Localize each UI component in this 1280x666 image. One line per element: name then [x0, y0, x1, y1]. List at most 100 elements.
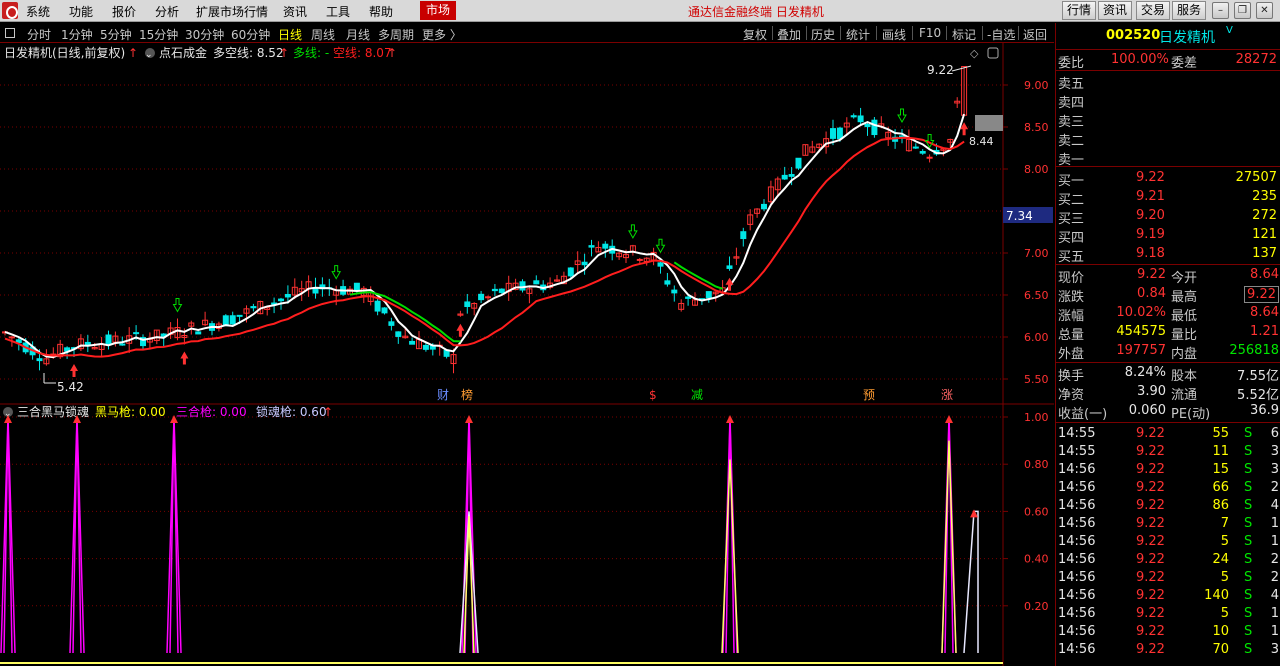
restore-icon[interactable]: ❐ — [1234, 2, 1251, 19]
candle-body — [581, 261, 588, 266]
panel-toggle-icon[interactable] — [5, 28, 15, 38]
tick-price: 9.22 — [1136, 588, 1165, 603]
indicator-long-value: 多线: - — [293, 46, 329, 60]
quote-label: 最高 — [1171, 290, 1198, 305]
moving-averages — [4, 113, 966, 359]
bid-volume: 272 — [1252, 208, 1277, 223]
tab-15min[interactable]: 15分钟 — [139, 26, 178, 43]
restore-rights-button[interactable]: 复权 — [743, 26, 767, 43]
candle-body — [926, 156, 933, 159]
ask-label: 卖三 — [1058, 115, 1085, 130]
tab-intraday[interactable]: 分时 — [27, 26, 51, 43]
trade-button[interactable]: 交易 — [1136, 1, 1170, 20]
sub-tick-label: 0.40 — [1024, 553, 1049, 566]
kline-chart[interactable]: 日发精机(日线,前复权) ↑ ⌄ 点石成金 多空线: 8.52 ↑ 多线: - … — [0, 43, 1054, 666]
quote-row: 现价 9.22 今开 8.64 — [1056, 266, 1280, 286]
bid-row: 买四 9.19 121 — [1056, 226, 1280, 246]
tab-monthly[interactable]: 月线 — [346, 26, 370, 43]
tab-more[interactable]: 更多 〉 — [422, 26, 462, 43]
tick-count: 1 — [1270, 606, 1279, 621]
current-price-label: 8.44 — [969, 135, 994, 148]
ask-row: 卖五 — [1056, 72, 1280, 92]
quote-button[interactable]: 行情 — [1062, 1, 1096, 20]
candle-body — [795, 157, 802, 169]
menu-tools[interactable]: 工具 — [326, 3, 350, 20]
tab-multi-period[interactable]: 多周期 — [378, 26, 414, 43]
statistics-button[interactable]: 统计 — [846, 26, 870, 43]
indicator-short-value: 多空线: 8.52 — [213, 46, 284, 60]
buy-arrow-icon — [70, 364, 78, 378]
quote-label: 量比 — [1171, 328, 1198, 343]
mark-button[interactable]: 标记 — [952, 26, 976, 43]
menu-quote[interactable]: 报价 — [112, 3, 136, 20]
candle-body — [761, 203, 767, 210]
event-marker: 预 — [863, 388, 875, 402]
quote-row: 净资 3.90 流通 5.52亿 — [1056, 383, 1280, 403]
spike-arrow-icon — [970, 509, 978, 518]
white-ma-line — [4, 113, 966, 359]
menu-system[interactable]: 系统 — [26, 3, 50, 20]
lock-gun-spike — [963, 510, 979, 654]
candle-body — [657, 262, 664, 267]
candle-body — [353, 282, 360, 291]
quote-row: 总量 454575 量比 1.21 — [1056, 323, 1280, 343]
tab-5min[interactable]: 5分钟 — [100, 26, 132, 43]
tick-side: S — [1244, 642, 1253, 657]
quote-value: 9.22 — [1244, 286, 1279, 303]
indicator-empty-value: 空线: 8.07 — [333, 46, 392, 60]
tick-side: S — [1244, 426, 1253, 441]
tab-weekly[interactable]: 周线 — [311, 26, 335, 43]
tab-1min[interactable]: 1分钟 — [61, 26, 93, 43]
candle-body — [133, 332, 140, 335]
expand-diamond-icon[interactable]: ◇ — [970, 47, 979, 60]
menu-extended-market[interactable]: 扩展市场行情 — [196, 3, 268, 20]
history-button[interactable]: 历史 — [811, 26, 835, 43]
app-logo-icon[interactable] — [2, 2, 18, 19]
fullscreen-icon[interactable] — [987, 47, 999, 59]
tick-price: 9.22 — [1136, 624, 1165, 639]
tick-row: 14:56 9.22 86 S 4 — [1056, 497, 1280, 516]
news-button[interactable]: 资讯 — [1098, 1, 1132, 20]
candle-body — [388, 321, 395, 326]
remove-favorite-button[interactable]: -自选 — [987, 26, 1015, 43]
tick-row: 14:56 9.22 5 S 1 — [1056, 533, 1280, 552]
candle-body — [284, 293, 291, 298]
menu-analysis[interactable]: 分析 — [155, 3, 179, 20]
back-button[interactable]: 返回 — [1023, 26, 1047, 43]
menu-help[interactable]: 帮助 — [369, 3, 393, 20]
quote-value: 197757 — [1116, 343, 1166, 358]
window-title: 通达信金融终端 日发精机 — [688, 5, 824, 19]
sell-arrow-icon — [924, 133, 935, 149]
minimize-icon[interactable]: – — [1212, 2, 1229, 19]
sub-indicator-name: 三合黑马锁魂 — [17, 404, 89, 419]
close-icon[interactable]: ✕ — [1256, 2, 1273, 19]
candle-body — [671, 289, 678, 294]
tab-daily[interactable]: 日线 — [278, 26, 302, 43]
quote-row: 外盘 197757 内盘 256818 — [1056, 342, 1280, 362]
menu-function[interactable]: 功能 — [69, 3, 93, 20]
candle-body — [836, 127, 843, 140]
menu-news[interactable]: 资讯 — [283, 3, 307, 20]
draw-line-button[interactable]: 画线 — [882, 26, 906, 43]
quote-value: 10.02% — [1116, 305, 1166, 320]
event-marker: 减 — [691, 388, 703, 402]
f10-button[interactable]: F10 — [919, 26, 941, 40]
price-axis: 9.008.508.007.507.006.506.005.50 — [1003, 79, 1049, 386]
candlesticks — [2, 66, 968, 374]
quote-label: 今开 — [1171, 271, 1198, 286]
candle-body — [250, 306, 257, 309]
tick-time: 14:56 — [1058, 534, 1096, 549]
overlay-button[interactable]: 叠加 — [777, 26, 801, 43]
service-button[interactable]: 服务 — [1172, 1, 1206, 20]
event-marker: 财 — [437, 388, 449, 402]
candle-body — [491, 288, 498, 292]
tab-60min[interactable]: 60分钟 — [231, 26, 270, 43]
tab-30min[interactable]: 30分钟 — [185, 26, 224, 43]
buy-arrow-icon — [456, 323, 465, 337]
event-marker: 涨 — [941, 387, 953, 402]
tick-count: 6 — [1270, 426, 1279, 441]
horse-gun-spike — [941, 440, 957, 654]
market-tab[interactable]: 市场 — [420, 1, 456, 20]
tick-side: S — [1244, 606, 1253, 621]
tick-volume: 66 — [1212, 480, 1229, 495]
